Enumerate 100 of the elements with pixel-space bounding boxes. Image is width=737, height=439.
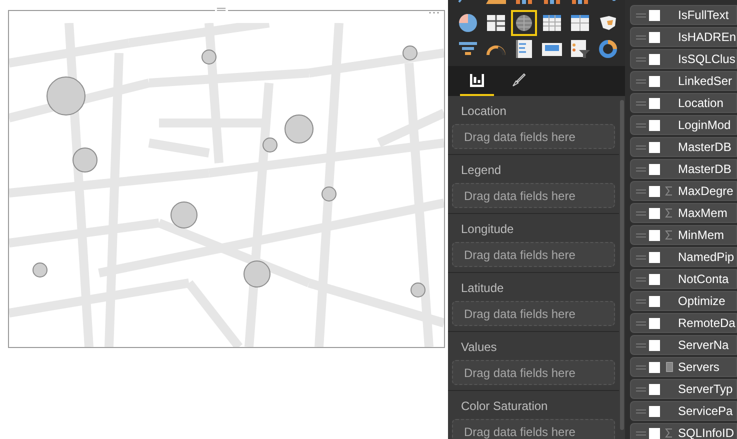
checkbox[interactable] — [649, 318, 660, 328]
checkbox[interactable] — [649, 32, 660, 42]
field-name: SQLInfoID — [678, 425, 734, 439]
field-name: IsHADREn — [678, 29, 736, 46]
field-row[interactable]: LoginMod — [630, 115, 737, 135]
map-bubble — [262, 138, 278, 152]
drag-grip-icon — [636, 210, 646, 216]
field-row[interactable]: Optimize — [630, 291, 737, 311]
checkbox[interactable] — [649, 54, 660, 64]
field-row[interactable]: MasterDB — [630, 159, 737, 179]
filter-list-icon[interactable] — [569, 38, 591, 60]
map-bubble — [72, 148, 98, 172]
checkbox[interactable] — [649, 76, 660, 86]
field-name: MaxDegre — [678, 183, 734, 200]
pie-chart-icon[interactable] — [457, 12, 479, 34]
paintbrush-icon — [511, 72, 527, 88]
field-row[interactable]: MinMem — [630, 225, 737, 245]
drop-zone[interactable]: Drag data fields here — [452, 183, 615, 208]
field-name: ServicePa — [678, 403, 733, 420]
field-row[interactable]: SQLInfoID — [630, 423, 737, 439]
field-name: ServerTyp — [678, 381, 733, 398]
drag-grip-icon — [636, 78, 646, 84]
drag-grip-icon — [636, 298, 646, 304]
field-row[interactable]: ServerTyp — [630, 379, 737, 399]
sigma-icon — [665, 186, 673, 196]
grid-icon[interactable] — [569, 12, 591, 34]
field-row[interactable]: NamedPip — [630, 247, 737, 267]
drop-zone[interactable]: Drag data fields here — [452, 242, 615, 267]
well-label: Legend — [460, 163, 502, 177]
checkbox[interactable] — [649, 186, 660, 196]
checkbox[interactable] — [649, 406, 660, 416]
field-row[interactable]: MaxDegre — [630, 181, 737, 201]
map-bubble — [202, 50, 216, 64]
field-row[interactable]: LinkedSer — [630, 71, 737, 91]
checkbox[interactable] — [649, 10, 660, 20]
checkbox[interactable] — [649, 384, 660, 394]
field-name: Optimize — [678, 293, 726, 310]
map-bubble — [284, 114, 314, 144]
bar-chart-icon — [470, 73, 484, 87]
checkbox[interactable] — [649, 142, 660, 152]
checkbox[interactable] — [649, 362, 660, 372]
table-icon[interactable] — [541, 12, 563, 34]
field-name: ServerNa — [678, 337, 729, 354]
calculator-icon — [666, 362, 672, 372]
field-row[interactable]: MasterDB — [630, 137, 737, 157]
field-row[interactable]: IsHADREn — [630, 27, 737, 47]
field-row[interactable]: Location — [630, 93, 737, 113]
drag-grip-icon — [636, 12, 646, 18]
field-name: LoginMod — [678, 117, 731, 134]
globe-icon[interactable] — [513, 12, 535, 34]
field-name: IsFullText — [678, 7, 729, 24]
drop-zone[interactable]: Drag data fields here — [452, 301, 615, 326]
sigma-icon — [665, 208, 673, 218]
list-card-icon[interactable] — [513, 38, 535, 60]
checkbox[interactable] — [649, 296, 660, 306]
field-row[interactable]: IsSQLClus — [630, 49, 737, 69]
field-name: MasterDB — [678, 161, 732, 178]
field-row[interactable]: ServerNa — [630, 335, 737, 355]
drag-grip-icon — [636, 254, 646, 260]
field-row[interactable]: MaxMem — [630, 203, 737, 223]
treemap-icon[interactable] — [485, 12, 507, 34]
field-name: Servers — [678, 359, 720, 376]
checkbox[interactable] — [649, 252, 660, 262]
field-name: NotConta — [678, 271, 729, 288]
donut-chart-icon[interactable] — [597, 38, 619, 60]
drag-grip-icon — [636, 408, 646, 414]
drag-grip-icon — [636, 188, 646, 194]
field-row[interactable]: Servers — [630, 357, 737, 377]
field-name: LinkedSer — [678, 73, 732, 90]
field-row[interactable]: RemoteDa — [630, 313, 737, 333]
field-name: NamedPip — [678, 249, 734, 266]
checkbox[interactable] — [649, 98, 660, 108]
field-name: IsSQLClus — [678, 51, 736, 68]
field-name: MaxMem — [678, 205, 728, 222]
checkbox[interactable] — [649, 428, 660, 438]
checkbox[interactable] — [649, 230, 660, 240]
well-label: Latitude — [460, 281, 505, 295]
drag-grip-icon — [636, 122, 646, 128]
drag-grip-icon — [636, 320, 646, 326]
field-name: Location — [678, 95, 724, 112]
drop-zone[interactable]: Drag data fields here — [452, 419, 615, 439]
checkbox[interactable] — [649, 274, 660, 284]
checkbox[interactable] — [649, 164, 660, 174]
field-name: MasterDB — [678, 139, 732, 156]
map-bubble — [322, 186, 336, 202]
drop-zone[interactable]: Drag data fields here — [452, 124, 615, 149]
checkbox[interactable] — [649, 340, 660, 350]
map-bubble — [410, 282, 426, 298]
checkbox[interactable] — [649, 208, 660, 218]
checkbox[interactable] — [649, 120, 660, 130]
well-label: Location — [460, 104, 508, 118]
drop-zone[interactable]: Drag data fields here — [452, 360, 615, 385]
field-name: MinMem — [678, 227, 724, 244]
field-row[interactable]: IsFullText — [630, 5, 737, 25]
drag-grip-icon — [636, 232, 646, 238]
field-row[interactable]: ServicePa — [630, 401, 737, 421]
drag-grip-icon — [636, 56, 646, 62]
sigma-icon — [665, 230, 673, 240]
field-row[interactable]: NotConta — [630, 269, 737, 289]
drag-grip-icon — [636, 386, 646, 392]
